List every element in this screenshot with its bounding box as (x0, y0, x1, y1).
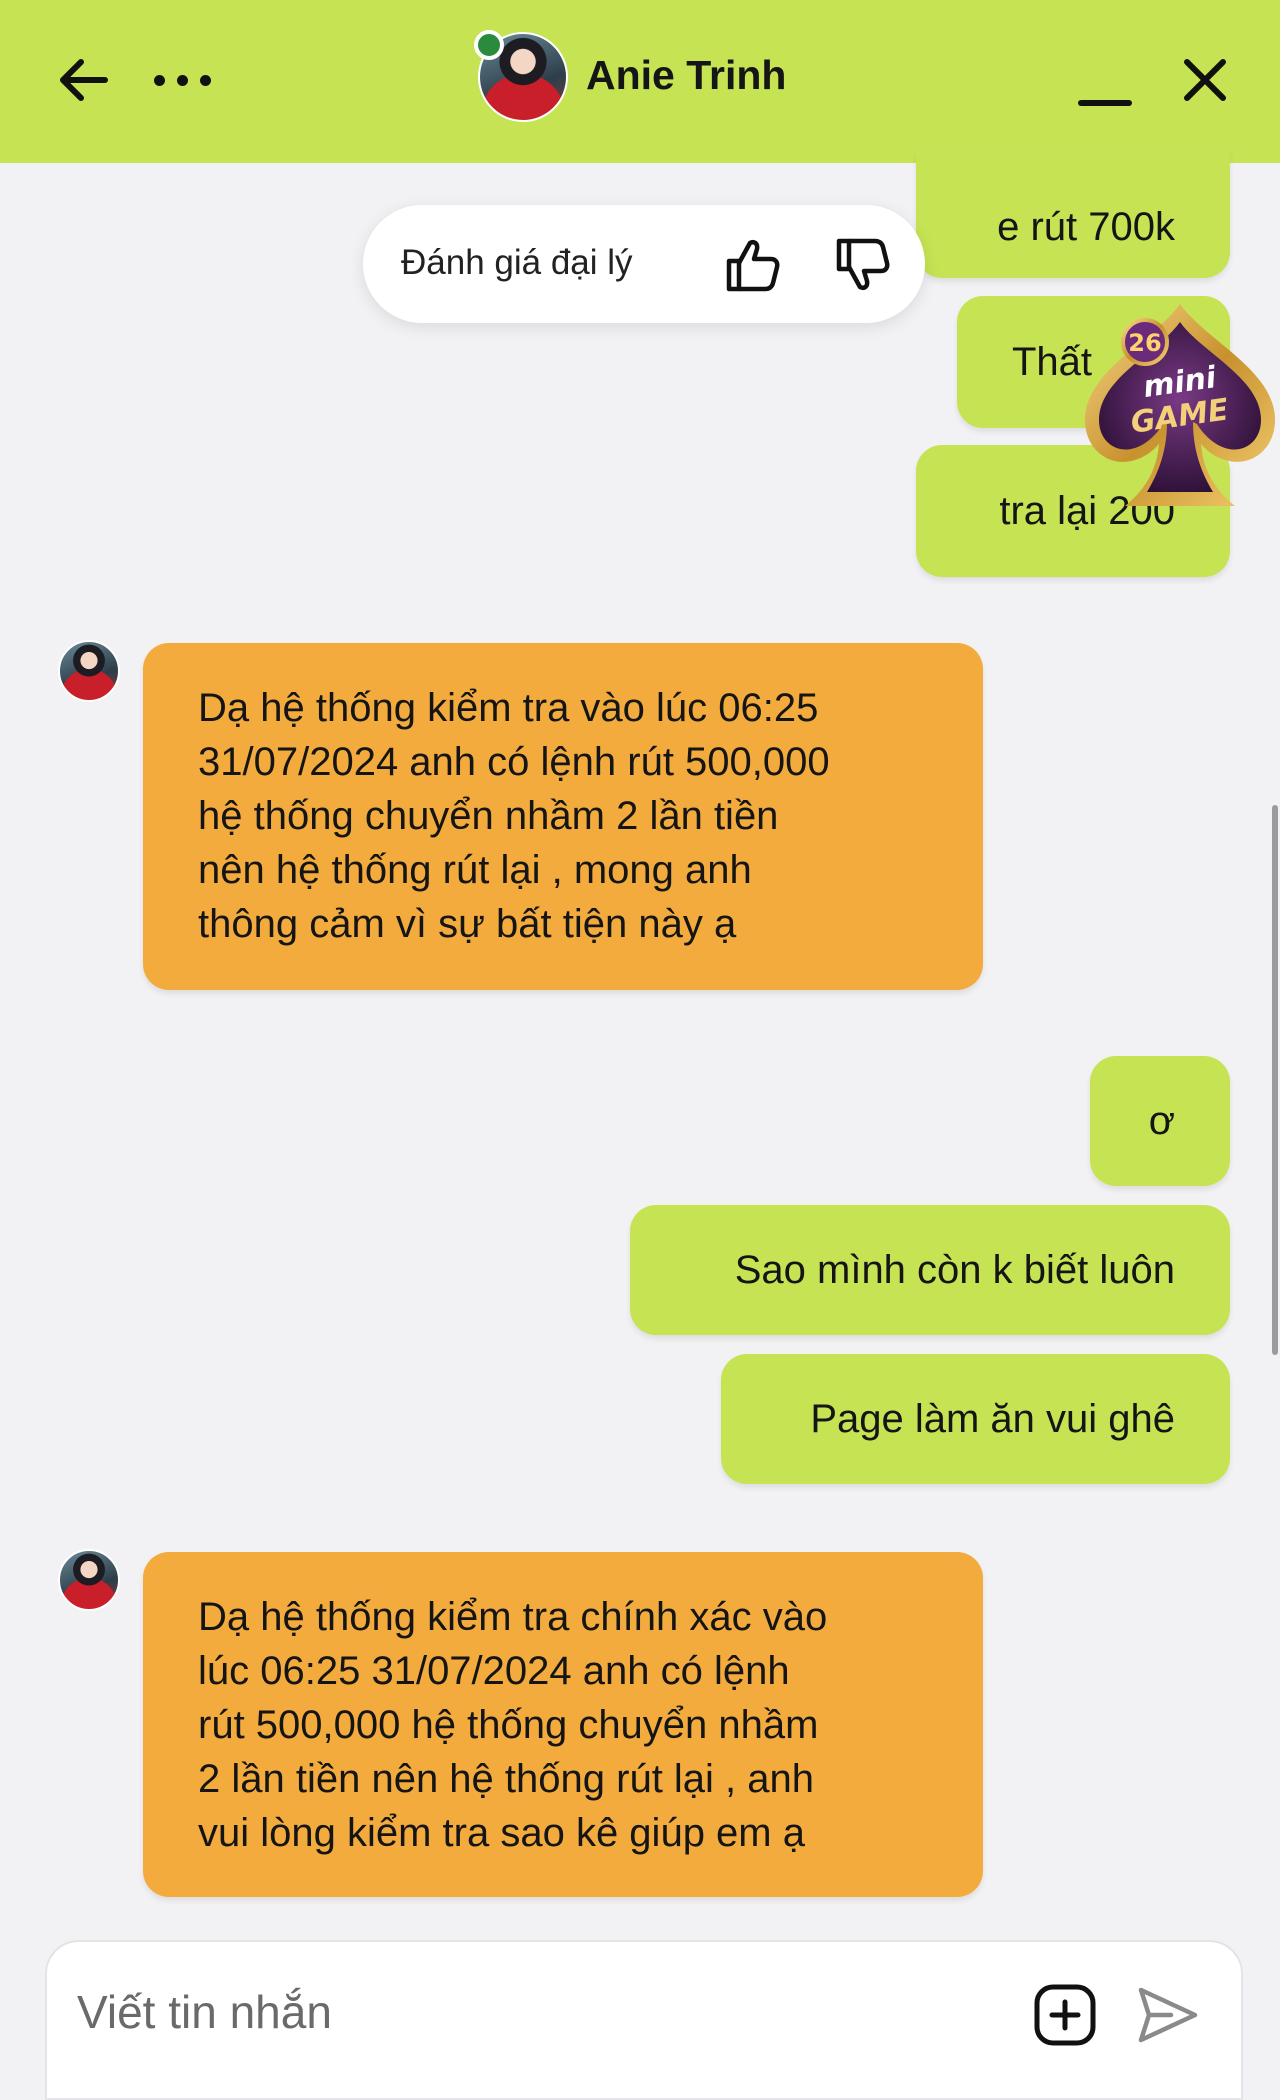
more-dot-icon (199, 74, 211, 86)
agent-rating-bar: Đánh giá đại lý (363, 205, 925, 323)
message-bubble-outgoing[interactable]: Sao mình còn k biết luôn (630, 1205, 1230, 1335)
badge-number: 26 (1128, 329, 1161, 357)
thumbs-up-button[interactable] (723, 235, 783, 295)
more-dot-icon (153, 74, 165, 86)
message-text: Sao mình còn k biết luôn (734, 1248, 1175, 1292)
close-icon (1184, 59, 1226, 101)
message-composer (45, 1940, 1243, 2100)
rating-label: Đánh giá đại lý (401, 243, 633, 282)
thumbs-down-button[interactable] (833, 235, 893, 295)
message-text: ơ (1148, 1099, 1175, 1143)
agent-avatar[interactable] (58, 640, 120, 702)
message-text: Dạ hệ thống kiểm tra chính xác vào lúc 0… (198, 1595, 828, 1855)
message-bubble-outgoing[interactable]: Page làm ăn vui ghê (721, 1354, 1230, 1484)
send-button[interactable] (1135, 1982, 1201, 2048)
arrow-left-icon (60, 59, 108, 101)
contact-name[interactable]: Anie Trinh (586, 52, 786, 99)
spade-icon: 26 mini GAME (1085, 304, 1275, 506)
agent-avatar[interactable] (58, 1549, 120, 1611)
chat-header: Anie Trinh (0, 0, 1280, 163)
message-input[interactable] (77, 1972, 977, 2052)
back-button[interactable] (48, 45, 118, 115)
send-icon (1138, 1987, 1198, 2043)
scrollbar[interactable] (1272, 805, 1278, 1355)
message-bubble-incoming[interactable]: Dạ hệ thống kiểm tra vào lúc 06:25 31/07… (143, 643, 983, 990)
message-text: Dạ hệ thống kiểm tra vào lúc 06:25 31/07… (198, 686, 830, 946)
add-square-icon (1034, 1984, 1096, 2046)
close-button[interactable] (1170, 45, 1240, 115)
chat-screen: Anie Trinh e rút 700k Thất tra lại 200 Đ… (0, 0, 1280, 2100)
message-bubble-outgoing[interactable]: ơ (1090, 1056, 1230, 1186)
message-bubble-outgoing[interactable]: e rút 700k (916, 150, 1230, 278)
minimize-button[interactable] (1070, 50, 1140, 120)
mini-game-badge[interactable]: 26 mini GAME (1075, 300, 1280, 520)
attach-button[interactable] (1032, 1982, 1098, 2048)
minimize-icon (1078, 100, 1132, 106)
more-options-button[interactable] (142, 45, 222, 115)
online-status-dot (474, 30, 504, 60)
thumbs-up-icon (726, 240, 780, 292)
message-text: Page làm ăn vui ghê (810, 1397, 1175, 1441)
message-text: e rút 700k (997, 204, 1175, 249)
thumbs-down-icon (836, 238, 890, 290)
message-bubble-incoming[interactable]: Dạ hệ thống kiểm tra chính xác vào lúc 0… (143, 1552, 983, 1897)
more-dot-icon (176, 74, 188, 86)
